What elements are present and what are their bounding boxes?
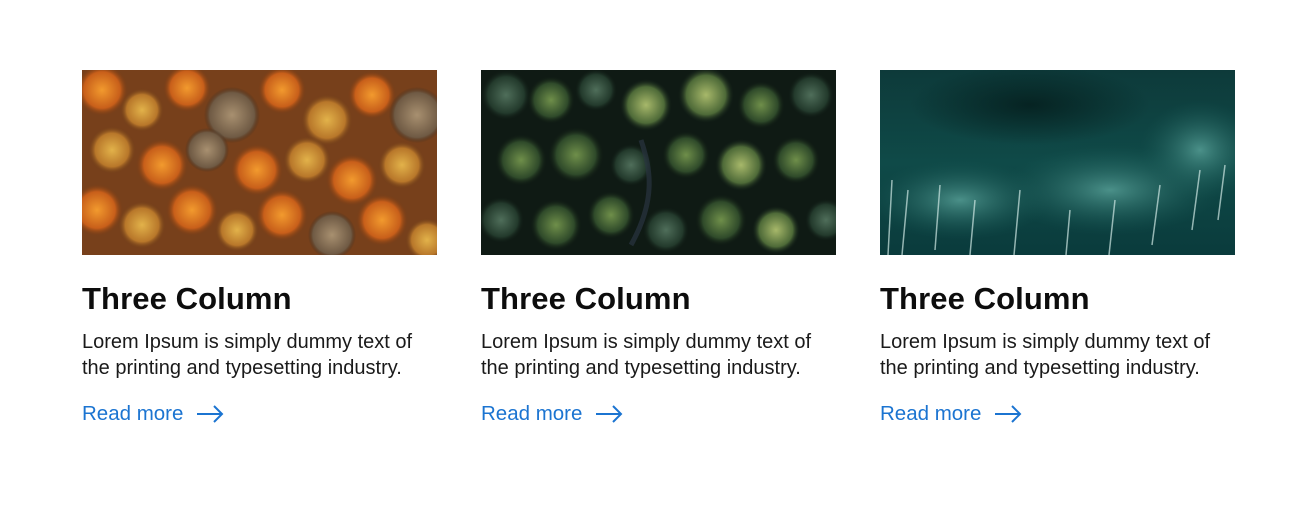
card-title: Three Column (880, 281, 1090, 316)
card-3: Three Column Lorem Ipsum is simply dummy… (880, 70, 1235, 427)
read-more-label: Read more (880, 402, 982, 425)
arrow-right-icon (195, 404, 225, 424)
read-more-label: Read more (481, 402, 583, 425)
read-more-link[interactable]: Read more (481, 401, 624, 427)
card-description: Lorem Ipsum is simply dummy text of the … (82, 331, 413, 379)
card-description: Lorem Ipsum is simply dummy text of the … (880, 331, 1211, 379)
green-forest-image (481, 70, 836, 255)
read-more-link[interactable]: Read more (880, 401, 1023, 427)
read-more-label: Read more (82, 402, 184, 425)
card-1: Three Column Lorem Ipsum is simply dummy… (82, 70, 437, 427)
arrow-right-icon (993, 404, 1023, 424)
read-more-link[interactable]: Read more (82, 401, 225, 427)
ocean-waves-aerial-illustration (880, 70, 1235, 255)
arrow-right-icon (594, 404, 624, 424)
card-title: Three Column (481, 281, 691, 316)
card-grid: Three Column Lorem Ipsum is simply dummy… (82, 70, 1236, 427)
card-2: Three Column Lorem Ipsum is simply dummy… (481, 70, 836, 427)
autumn-forest-aerial-illustration (82, 70, 437, 255)
autumn-forest-image (82, 70, 437, 255)
ocean-waves-image (880, 70, 1235, 255)
green-forest-aerial-illustration (481, 70, 836, 255)
card-description: Lorem Ipsum is simply dummy text of the … (481, 331, 812, 379)
card-title: Three Column (82, 281, 292, 316)
